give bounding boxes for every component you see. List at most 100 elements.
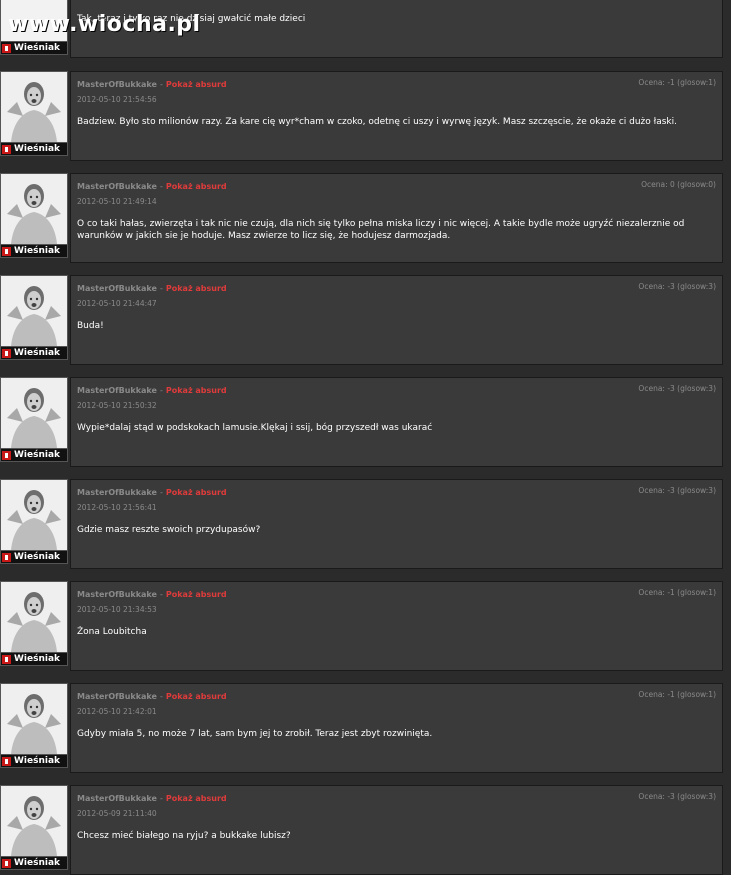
author-link[interactable]: MasterOfBukkake <box>77 488 157 497</box>
comment-date: 2012-05-10 21:50:32 <box>77 401 157 410</box>
rank-icon <box>2 552 11 562</box>
rank-label: Wieśniak <box>14 450 61 460</box>
comment-rating: Ocena: -1 (glosow:1) <box>638 588 716 597</box>
rank-icon <box>2 348 11 358</box>
comment-text: Żona Loubitcha <box>77 627 147 637</box>
report-link[interactable]: Pokaż absurd <box>166 794 227 803</box>
author-link[interactable]: MasterOfBukkake <box>77 284 157 293</box>
comment-date: 2012-05-10 21:44:47 <box>77 299 157 308</box>
rank-icon <box>2 654 11 664</box>
author-link[interactable]: MasterOfBukkake <box>77 386 157 395</box>
rank-label: Wieśniak <box>14 654 61 664</box>
report-link[interactable]: Pokaż absurd <box>166 386 227 395</box>
report-link[interactable]: Pokaż absurd <box>166 80 227 89</box>
separator: - <box>159 386 163 395</box>
comment-text: Chcesz mieć białego na ryju? a bukkake l… <box>77 831 291 841</box>
comment-box: MasterOfBukkake - Pokaż absurd 2012-05-10 … <box>70 683 723 773</box>
avatar[interactable] <box>0 683 68 755</box>
author-link[interactable]: MasterOfBukkake <box>77 590 157 599</box>
comment-meta: MasterOfBukkake - Pokaż absurd <box>77 692 227 701</box>
rank-badge: Wieśniak <box>0 449 68 462</box>
rank-label: Wieśniak <box>14 858 61 868</box>
comment-date: 2012-05-10 21:49:14 <box>77 197 157 206</box>
rank-badge: Wieśniak <box>0 347 68 360</box>
avatar[interactable] <box>0 275 68 347</box>
avatar-image <box>1 72 67 142</box>
author-link[interactable]: MasterOfBukkake <box>77 182 157 191</box>
avatar[interactable] <box>0 479 68 551</box>
comment-meta: MasterOfBukkake - Pokaż absurd <box>77 794 227 803</box>
comment-date: 2012-05-09 21:11:40 <box>77 809 157 818</box>
comment-meta: MasterOfBukkake - Pokaż absurd <box>77 284 227 293</box>
rank-badge: Wieśniak <box>0 653 68 666</box>
comment-box: MasterOfBukkake - Pokaż absurd 2012-05-10 … <box>70 479 723 569</box>
avatar-column: Wieśniak <box>0 785 68 870</box>
avatar-image <box>1 582 67 652</box>
comment-date: 2012-05-10 21:56:41 <box>77 503 157 512</box>
comment-rating: Ocena: 0 (glosow:0) <box>641 180 716 189</box>
report-link[interactable]: Pokaż absurd <box>166 590 227 599</box>
comment-text: Wypie*dalaj stąd w podskokach lamusie.Kl… <box>77 423 433 433</box>
avatar-column: Wieśniak <box>0 71 68 156</box>
comment-rating: Ocena: -1 (glosow:1) <box>638 690 716 699</box>
avatar-column: Wieśniak <box>0 479 68 564</box>
separator: - <box>159 794 163 803</box>
rank-label: Wieśniak <box>14 552 61 562</box>
avatar[interactable] <box>0 71 68 143</box>
comment-meta: MasterOfBukkake - Pokaż absurd <box>77 590 227 599</box>
comment-rating: Ocena: -3 (glosow:3) <box>638 486 716 495</box>
rank-icon <box>2 246 11 256</box>
comment-box: MasterOfBukkake - Pokaż absurd 2012-05-10 … <box>70 275 723 365</box>
avatar[interactable] <box>0 377 68 449</box>
avatar-column: Wieśniak <box>0 581 68 666</box>
rank-label: Wieśniak <box>14 246 61 256</box>
comment-meta: MasterOfBukkake - Pokaż absurd <box>77 386 227 395</box>
author-link[interactable]: MasterOfBukkake <box>77 80 157 89</box>
comment-text: Gdzie masz reszte swoich przydupasów? <box>77 525 261 535</box>
separator: - <box>159 284 163 293</box>
site-logo: www.wiocha.pl <box>8 12 201 37</box>
separator: - <box>159 182 163 191</box>
report-link[interactable]: Pokaż absurd <box>166 284 227 293</box>
rank-badge: Wieśniak <box>0 143 68 156</box>
separator: - <box>159 692 163 701</box>
separator: - <box>159 590 163 599</box>
comment-date: 2012-05-10 21:34:53 <box>77 605 157 614</box>
watermark: www.wiocha.pl <box>8 12 201 37</box>
avatar-column: Wieśniak <box>0 173 68 258</box>
comment-date: 2012-05-10 21:54:56 <box>77 95 157 104</box>
comment-rating: Ocena: -3 (glosow:3) <box>638 792 716 801</box>
avatar-image <box>1 684 67 754</box>
avatar-column: Wieśniak <box>0 377 68 462</box>
comment-box: MasterOfBukkake - Pokaż absurd 2012-05-10 … <box>70 581 723 671</box>
avatar[interactable] <box>0 785 68 857</box>
rank-icon <box>2 144 11 154</box>
comment-rating: Ocena: -1 (glosow:1) <box>638 78 716 87</box>
avatar-image <box>1 174 67 244</box>
comment-rating: Ocena: -3 (glosow:3) <box>638 282 716 291</box>
rank-label: Wieśniak <box>14 43 61 53</box>
comment-box: MasterOfBukkake - Pokaż absurd 2012-05-10 … <box>70 71 723 161</box>
report-link[interactable]: Pokaż absurd <box>166 692 227 701</box>
avatar[interactable] <box>0 581 68 653</box>
author-link[interactable]: MasterOfBukkake <box>77 794 157 803</box>
report-link[interactable]: Pokaż absurd <box>166 182 227 191</box>
comment-box: MasterOfBukkake - Pokaż absurd 2012-05-10 … <box>70 377 723 467</box>
avatar-column: Wieśniak <box>0 683 68 768</box>
comment-text: Badziew. Było sto milionów razy. Za kare… <box>77 117 677 127</box>
comment-partial: Wieśniak Tak, teraz i tylko raz nie dzis… <box>0 0 731 60</box>
rank-label: Wieśniak <box>14 348 61 358</box>
report-link[interactable]: Pokaż absurd <box>166 488 227 497</box>
rank-label: Wieśniak <box>14 756 61 766</box>
comment-meta: MasterOfBukkake - Pokaż absurd <box>77 488 227 497</box>
avatar-image <box>1 480 67 550</box>
rank-icon <box>2 858 11 868</box>
author-link[interactable]: MasterOfBukkake <box>77 692 157 701</box>
avatar[interactable] <box>0 173 68 245</box>
comment-text: Gdyby miała 5, no może 7 lat, sam bym je… <box>77 729 433 739</box>
separator: - <box>159 80 163 89</box>
avatar-image <box>1 378 67 448</box>
rank-badge: Wieśniak <box>0 755 68 768</box>
rank-badge: Wieśniak <box>0 857 68 870</box>
separator: - <box>159 488 163 497</box>
